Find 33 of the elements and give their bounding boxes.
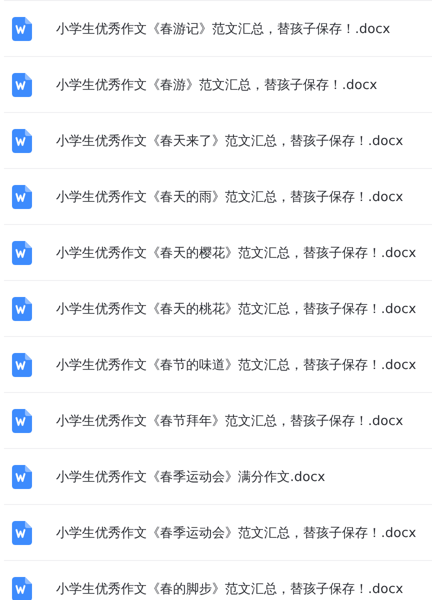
file-row[interactable]: 小学生优秀作文《春游记》范文汇总，替孩子保存！.docx [4, 0, 432, 56]
file-name: 小学生优秀作文《春游》范文汇总，替孩子保存！.docx [56, 76, 378, 94]
file-name: 小学生优秀作文《春天的樱花》范文汇总，替孩子保存！.docx [56, 244, 416, 262]
word-document-icon [12, 464, 32, 488]
word-document-icon [12, 240, 32, 264]
word-document-icon [12, 352, 32, 376]
file-name: 小学生优秀作文《春季运动会》范文汇总，替孩子保存！.docx [56, 524, 416, 542]
word-document-icon [12, 184, 32, 208]
word-document-icon [12, 296, 32, 320]
file-name: 小学生优秀作文《春游记》范文汇总，替孩子保存！.docx [56, 20, 390, 38]
word-document-icon [12, 408, 32, 432]
file-name: 小学生优秀作文《春的脚步》范文汇总，替孩子保存！.docx [56, 580, 404, 598]
word-document-icon [12, 72, 32, 96]
file-name: 小学生优秀作文《春节的味道》范文汇总，替孩子保存！.docx [56, 356, 416, 374]
file-row[interactable]: 小学生优秀作文《春天的樱花》范文汇总，替孩子保存！.docx [4, 224, 432, 280]
file-row[interactable]: 小学生优秀作文《春季运动会》满分作文.docx [4, 448, 432, 504]
word-document-icon [12, 128, 32, 152]
word-document-icon [12, 576, 32, 600]
file-row[interactable]: 小学生优秀作文《春季运动会》范文汇总，替孩子保存！.docx [4, 504, 432, 560]
file-row[interactable]: 小学生优秀作文《春天的雨》范文汇总，替孩子保存！.docx [4, 168, 432, 224]
file-name: 小学生优秀作文《春天的雨》范文汇总，替孩子保存！.docx [56, 188, 404, 206]
file-row[interactable]: 小学生优秀作文《春天的桃花》范文汇总，替孩子保存！.docx [4, 280, 432, 336]
file-name: 小学生优秀作文《春天来了》范文汇总，替孩子保存！.docx [56, 132, 404, 150]
file-name: 小学生优秀作文《春节拜年》范文汇总，替孩子保存！.docx [56, 412, 404, 430]
file-row[interactable]: 小学生优秀作文《春节的味道》范文汇总，替孩子保存！.docx [4, 336, 432, 392]
file-row[interactable]: 小学生优秀作文《春游》范文汇总，替孩子保存！.docx [4, 56, 432, 112]
word-document-icon [12, 520, 32, 544]
file-row[interactable]: 小学生优秀作文《春天来了》范文汇总，替孩子保存！.docx [4, 112, 432, 168]
file-name: 小学生优秀作文《春天的桃花》范文汇总，替孩子保存！.docx [56, 300, 416, 318]
file-row[interactable]: 小学生优秀作文《春的脚步》范文汇总，替孩子保存！.docx [4, 560, 432, 600]
file-row[interactable]: 小学生优秀作文《春节拜年》范文汇总，替孩子保存！.docx [4, 392, 432, 448]
word-document-icon [12, 16, 32, 40]
file-name: 小学生优秀作文《春季运动会》满分作文.docx [56, 468, 326, 486]
